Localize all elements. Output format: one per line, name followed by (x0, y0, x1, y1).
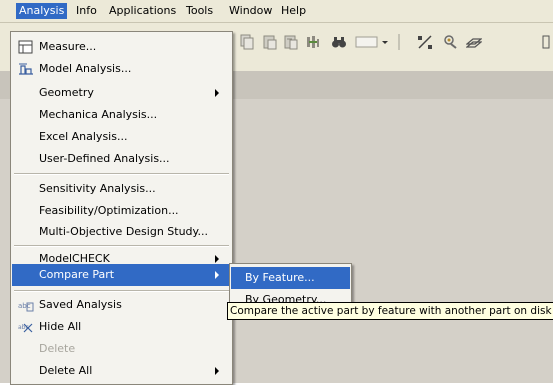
menu-applications[interactable]: Applications (106, 3, 179, 19)
menu-item-delete: Delete (12, 338, 231, 360)
menu-item-hide-all[interactable]: abc Hide All (12, 316, 231, 338)
menu-item-sensitivity-analysis[interactable]: Sensitivity Analysis... (12, 178, 231, 200)
menu-item-label: Excel Analysis... (39, 130, 128, 143)
analysis-menu: Measure... Model Analysis... Geometry Me… (10, 31, 233, 385)
paste-icon[interactable] (262, 34, 278, 50)
toolbar-overflow-icon[interactable] (542, 34, 550, 50)
menu-item-geometry[interactable]: Geometry (12, 82, 231, 104)
submenu-arrow-icon (215, 271, 219, 279)
menu-item-label: Feasibility/Optimization... (39, 204, 179, 217)
menu-item-label: Measure... (39, 40, 97, 53)
menu-item-delete-all[interactable]: Delete All (12, 360, 231, 382)
menu-item-label: Delete All (39, 364, 93, 377)
menu-separator (14, 290, 229, 292)
chevron-down-icon[interactable] (381, 34, 389, 50)
datum-icon[interactable] (417, 34, 433, 50)
menu-item-mechanica-analysis[interactable]: Mechanica Analysis... (12, 104, 231, 126)
menu-item-label: Geometry (39, 86, 94, 99)
tooltip: Compare the active part by feature with … (227, 302, 553, 320)
saved-analysis-icon: abc (18, 298, 34, 312)
menu-item-excel-analysis[interactable]: Excel Analysis... (12, 126, 231, 148)
menu-separator (14, 173, 229, 175)
menu-item-feasibility-optimization[interactable]: Feasibility/Optimization... (12, 200, 231, 222)
model-tree-icon[interactable] (443, 34, 459, 50)
menu-item-label: Saved Analysis (39, 298, 122, 311)
menu-help[interactable]: Help (278, 3, 309, 19)
menu-item-label: Delete (39, 342, 76, 355)
menu-separator (14, 245, 229, 247)
submenu-item-by-feature[interactable]: By Feature... (231, 267, 350, 289)
tooltip-text: Compare the active part by feature with … (230, 305, 552, 317)
menu-info[interactable]: Info (73, 3, 100, 19)
regenerate-icon[interactable] (305, 34, 321, 50)
selection-filter-dropdown[interactable] (355, 34, 379, 50)
menu-item-compare-part[interactable]: Compare Part (12, 264, 231, 286)
menu-item-measure[interactable]: Measure... (12, 36, 231, 58)
menu-item-label: Sensitivity Analysis... (39, 182, 156, 195)
find-icon[interactable] (331, 34, 347, 50)
menu-item-label: Multi-Objective Design Study... (39, 225, 208, 238)
menu-item-label: Mechanica Analysis... (39, 108, 158, 121)
menu-item-model-analysis[interactable]: Model Analysis... (12, 58, 231, 80)
toolbar-separator (398, 34, 400, 50)
copy-icon[interactable] (239, 34, 255, 50)
menu-tools[interactable]: Tools (183, 3, 216, 19)
menu-item-multi-objective-design-study[interactable]: Multi-Objective Design Study... (12, 221, 231, 243)
menu-item-label: User-Defined Analysis... (39, 152, 170, 165)
menu-item-saved-analysis[interactable]: abc Saved Analysis (12, 294, 231, 316)
submenu-arrow-icon (215, 255, 219, 263)
paste-special-icon[interactable] (283, 34, 299, 50)
hide-all-icon: abc (18, 320, 34, 334)
model-analysis-icon (18, 62, 34, 76)
submenu-item-label: By Feature... (245, 271, 315, 284)
menu-item-label: Hide All (39, 320, 82, 333)
menu-window[interactable]: Window (226, 3, 275, 19)
submenu-arrow-icon (215, 89, 219, 97)
layers-icon[interactable] (466, 34, 482, 50)
menu-item-user-defined-analysis[interactable]: User-Defined Analysis... (12, 148, 231, 170)
measure-icon (18, 40, 34, 54)
submenu-arrow-icon (215, 367, 219, 375)
menu-analysis[interactable]: Analysis (16, 3, 68, 19)
menu-bar: Analysis Info Applications Tools Window … (0, 0, 553, 23)
menu-item-label: Compare Part (39, 268, 115, 281)
menu-item-label: Model Analysis... (39, 62, 132, 75)
